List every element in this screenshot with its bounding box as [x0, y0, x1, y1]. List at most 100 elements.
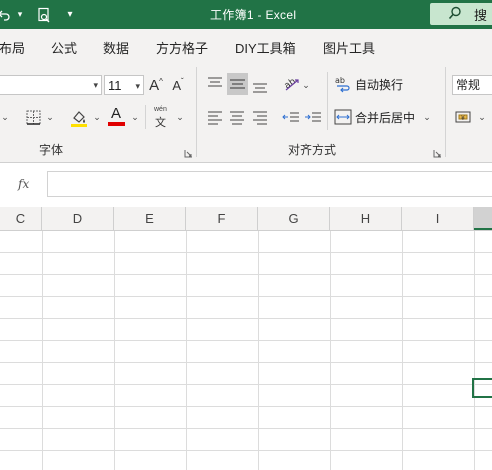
ribbon-tabs: 布局 公式 数据 方方格子 DIY工具箱 图片工具 — [0, 29, 492, 62]
fill-color-button[interactable] — [68, 107, 90, 129]
font-dialog-launcher-icon[interactable] — [184, 145, 193, 158]
chevron-down-icon[interactable]: ⌄ — [0, 107, 10, 127]
row-gridline — [0, 296, 492, 297]
function-icon[interactable]: fx — [18, 177, 29, 191]
merge-center-label: 合并后居中 — [355, 110, 416, 125]
tab-fangfang-gezi[interactable]: 方方格子 — [156, 38, 208, 57]
chevron-down-icon[interactable]: ⌄ — [45, 107, 55, 127]
column-header[interactable]: H — [330, 207, 402, 230]
row-gridline — [0, 318, 492, 319]
increase-indent-icon — [305, 112, 321, 122]
text-orientation-icon: ab — [283, 77, 299, 92]
search-label: 搜 — [474, 7, 488, 23]
grow-font-button[interactable]: A ^ — [147, 75, 165, 95]
tab-data[interactable]: 数据 — [103, 38, 129, 57]
insert-function-area: fx — [0, 171, 46, 197]
active-cell[interactable] — [472, 378, 492, 398]
align-bottom-button[interactable] — [250, 73, 270, 95]
svg-text:ab: ab — [283, 77, 298, 92]
paint-bucket-icon — [71, 111, 87, 127]
row-gridline — [0, 428, 492, 429]
wrap-text-button[interactable]: ab 自动换行 — [334, 73, 424, 95]
column-gridline — [186, 231, 187, 470]
chevron-down-icon[interactable]: ⌄ — [477, 107, 487, 127]
column-header[interactable]: G — [258, 207, 330, 230]
chevron-down-icon[interactable]: ⌄ — [92, 107, 102, 127]
column-gridline — [114, 231, 115, 470]
row-gridline — [0, 274, 492, 275]
divider — [196, 67, 197, 157]
align-left-button[interactable] — [205, 106, 225, 128]
align-middle-icon — [230, 79, 245, 89]
merge-center-button[interactable]: 合并后居中 — [334, 106, 434, 128]
font-name-field[interactable]: ▾ — [0, 75, 102, 95]
font-color-button[interactable]: A — [107, 105, 127, 129]
alignment-group-label: 对齐方式 — [288, 143, 337, 157]
chevron-down-icon[interactable]: ▾ — [135, 76, 140, 96]
window-title: 工作簿1 - Excel — [210, 8, 297, 22]
alignment-dialog-launcher-icon[interactable] — [433, 145, 442, 158]
align-middle-button[interactable] — [227, 73, 248, 95]
wrap-text-label: 自动换行 — [355, 77, 404, 92]
title-bar: ▾ ▾ 工作簿1 - Excel 搜 — [0, 0, 492, 29]
borders-button[interactable] — [24, 107, 42, 127]
row-gridline — [0, 406, 492, 407]
column-header[interactable]: F — [186, 207, 258, 230]
align-right-button[interactable] — [250, 106, 270, 128]
align-center-button[interactable] — [227, 106, 247, 128]
chevron-down-icon[interactable]: ⌄ — [130, 107, 140, 127]
phonetic-guide-button[interactable]: wén 文 — [150, 104, 176, 130]
chevron-down-icon[interactable]: ⌄ — [301, 75, 311, 95]
svg-text:ab: ab — [335, 76, 345, 85]
column-header[interactable]: I — [402, 207, 474, 230]
font-group-label: 字体 — [39, 143, 64, 157]
row-gridline — [0, 450, 492, 451]
tab-diy-toolbox[interactable]: DIY工具箱 — [235, 38, 296, 57]
selected-column-header[interactable] — [474, 207, 492, 230]
undo-dropdown-icon[interactable]: ▾ — [14, 6, 26, 23]
font-color-icon: A — [111, 105, 122, 122]
divider — [327, 72, 328, 130]
chevron-down-icon[interactable]: ▾ — [93, 80, 98, 91]
row-gridline — [0, 340, 492, 341]
column-header[interactable]: D — [42, 207, 114, 230]
column-header[interactable]: E — [114, 207, 186, 230]
worksheet-grid[interactable]: C D E F G H I — [0, 207, 492, 470]
font-size-field[interactable]: 11 ▾ — [104, 75, 144, 95]
tab-formulas[interactable]: 公式 — [51, 38, 77, 57]
shrink-font-icon: A — [172, 77, 181, 93]
wrap-text-icon: ab — [335, 76, 350, 93]
chevron-down-icon[interactable]: ⌄ — [175, 107, 185, 127]
formula-input[interactable] — [47, 171, 492, 197]
align-bottom-icon — [253, 83, 267, 93]
ribbon-panel: ▾ 11 ▾ A ^ Aˇ ⌄ ⌄ ⌄ A ⌄ wén 文 ⌄ 字体 ab ⌄ … — [0, 62, 492, 163]
align-center-icon — [230, 111, 244, 125]
column-gridline — [258, 231, 259, 470]
decrease-indent-button[interactable] — [281, 106, 301, 128]
font-size-value: 11 — [108, 78, 122, 93]
increase-indent-button[interactable] — [303, 106, 323, 128]
phonetic-top-text: wén — [154, 106, 167, 113]
borders-icon — [26, 110, 40, 125]
undo-icon[interactable] — [0, 6, 12, 23]
number-format-value: 常规 — [456, 78, 481, 92]
column-gridline — [474, 231, 475, 470]
accounting-format-icon: ¥ — [455, 111, 471, 123]
font-color-swatch — [108, 122, 125, 126]
shrink-font-button[interactable]: Aˇ — [169, 75, 187, 95]
search-box[interactable]: 搜 — [430, 3, 492, 25]
tab-page-layout[interactable]: 布局 — [0, 38, 25, 57]
tab-picture-tools[interactable]: 图片工具 — [323, 38, 375, 57]
accounting-format-button[interactable]: ¥ — [454, 106, 476, 128]
orientation-button[interactable]: ab — [282, 73, 302, 95]
column-gridline — [42, 231, 43, 470]
chevron-down-icon[interactable]: ⌄ — [422, 107, 432, 127]
column-header[interactable]: C — [0, 207, 42, 230]
print-preview-icon[interactable] — [35, 6, 53, 23]
number-format-dropdown[interactable]: 常规 — [452, 75, 492, 95]
row-gridline — [0, 252, 492, 253]
align-top-button[interactable] — [205, 73, 225, 95]
search-icon — [448, 6, 462, 23]
customize-toolbar-icon[interactable]: ▾ — [64, 6, 76, 23]
column-gridline — [330, 231, 331, 470]
